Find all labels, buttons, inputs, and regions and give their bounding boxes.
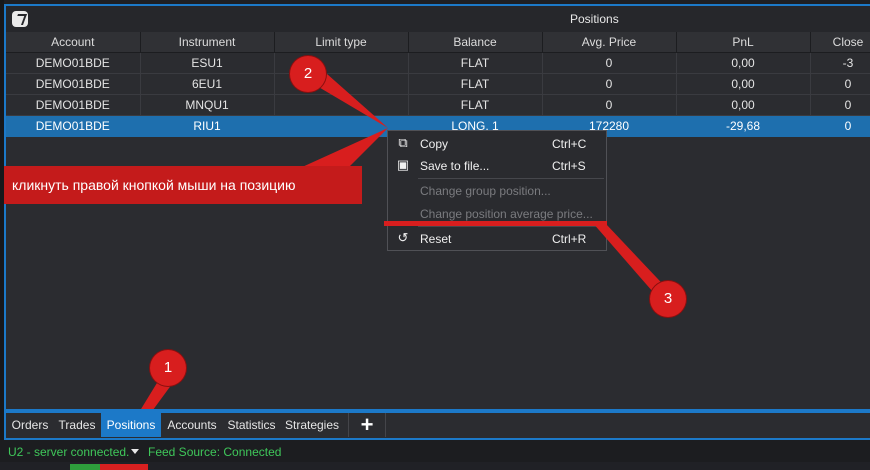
cell-close: 0 — [810, 94, 870, 116]
save-icon: ▣ — [396, 157, 410, 172]
copy-icon: ⧉ — [398, 135, 408, 150]
cell-avg-price: 0 — [542, 73, 677, 95]
cell-instrument: 6EU1 — [140, 73, 275, 95]
annotation-badge-2: 2 — [290, 56, 326, 92]
tab-orders[interactable]: Orders — [6, 413, 54, 437]
cell-limit-type — [274, 94, 409, 116]
cell-pnl: 0,00 — [676, 52, 811, 74]
reset-icon: ↺ — [397, 230, 409, 245]
menu-separator — [418, 178, 604, 179]
menu-item-copy[interactable]: ⧉ Copy Ctrl+C — [388, 133, 606, 155]
menu-item-reset[interactable]: ↺ Reset Ctrl+R — [388, 228, 606, 250]
table-row[interactable]: DEMO01BDE 6EU1 FLAT 0 0,00 0 — [6, 73, 870, 95]
cell-balance: FLAT — [408, 73, 543, 95]
cell-account: DEMO01BDE — [6, 94, 141, 116]
strip-green — [70, 464, 100, 470]
bottom-tabs: Orders Trades Positions Accounts Statist… — [6, 413, 870, 437]
cell-instrument: RIU1 — [140, 115, 275, 137]
cell-pnl: 0,00 — [676, 94, 811, 116]
server-status[interactable]: U2 - server connected. — [8, 445, 129, 459]
feed-status: Feed Source: Connected — [148, 445, 282, 459]
cell-account: DEMO01BDE — [6, 73, 141, 95]
add-tab-button[interactable]: + — [348, 413, 386, 437]
cell-pnl: -29,68 — [676, 115, 811, 137]
chevron-down-icon[interactable] — [131, 449, 139, 454]
cell-instrument: ESU1 — [140, 52, 275, 74]
cell-account: DEMO01BDE — [6, 115, 141, 137]
cell-balance: FLAT — [408, 52, 543, 74]
menu-item-save-to-file[interactable]: ▣ Save to file... Ctrl+S — [388, 155, 606, 177]
cell-close: 0 — [810, 115, 870, 137]
annotation-badge-3: 3 — [650, 281, 686, 317]
cell-close: 0 — [810, 73, 870, 95]
column-header-limit-type[interactable]: Limit type — [274, 32, 409, 53]
annotation-underline — [384, 221, 607, 226]
column-header-avg-price[interactable]: Avg. Price — [542, 32, 677, 53]
table-row[interactable]: DEMO01BDE MNQU1 FLAT 0 0,00 0 — [6, 94, 870, 116]
tab-positions[interactable]: Positions — [101, 413, 161, 437]
tab-statistics[interactable]: Statistics — [223, 413, 280, 437]
cell-pnl: 0,00 — [676, 73, 811, 95]
cell-instrument: MNQU1 — [140, 94, 275, 116]
context-menu: ⧉ Copy Ctrl+C ▣ Save to file... Ctrl+S C… — [387, 130, 607, 251]
menu-separator — [418, 226, 604, 227]
menu-item-change-group-position: Change group position... — [420, 184, 551, 198]
tab-accounts[interactable]: Accounts — [162, 413, 222, 437]
column-header-pnl[interactable]: PnL — [676, 32, 811, 53]
cell-balance: FLAT — [408, 94, 543, 116]
column-header-close[interactable]: Close — [810, 32, 870, 53]
column-header-account[interactable]: Account — [6, 32, 141, 53]
annotation-badge-1: 1 — [150, 350, 186, 386]
column-header-balance[interactable]: Balance — [408, 32, 543, 53]
table-row[interactable]: DEMO01BDE ESU1 FLAT 0 0,00 -3 — [6, 52, 870, 74]
annotation-callout: кликнуть правой кнопкой мыши на позицию — [4, 166, 362, 204]
table-header: Account Instrument Limit type Balance Av… — [6, 32, 870, 53]
tab-strategies[interactable]: Strategies — [282, 413, 342, 437]
app-logo-icon[interactable] — [12, 11, 28, 27]
cell-account: DEMO01BDE — [6, 52, 141, 74]
cell-avg-price: 0 — [542, 94, 677, 116]
bottom-strip — [0, 462, 870, 470]
cell-close: -3 — [810, 52, 870, 74]
tab-trades[interactable]: Trades — [54, 413, 100, 437]
window-titlebar: Positions — [6, 6, 870, 32]
positions-table: Account Instrument Limit type Balance Av… — [6, 32, 870, 137]
strip-red — [100, 464, 148, 470]
column-header-instrument[interactable]: Instrument — [140, 32, 275, 53]
window-title: Positions — [570, 12, 619, 26]
cell-avg-price: 0 — [542, 52, 677, 74]
